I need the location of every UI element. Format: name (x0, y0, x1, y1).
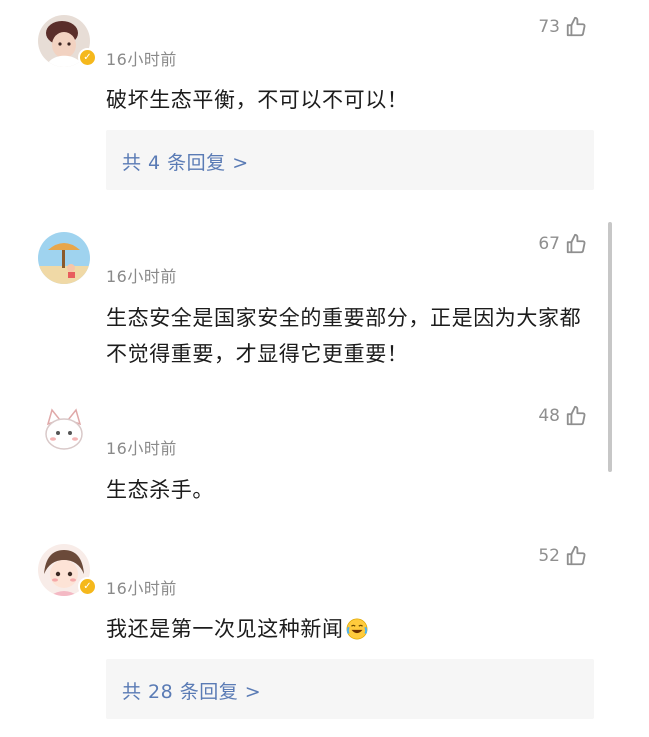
like-button[interactable]: 73 (538, 16, 587, 38)
comment-text: 破坏生态平衡，不可以不可以！ (106, 88, 409, 112)
replies-link[interactable]: 共 28 条回复 > (122, 677, 261, 704)
user-avatar[interactable] (38, 404, 90, 456)
like-count: 52 (538, 546, 560, 566)
comment-time: 16小时前 (106, 579, 177, 598)
view-replies-button[interactable]: 共 28 条回复 > (106, 659, 594, 719)
like-count: 48 (538, 406, 560, 426)
comment-time: 16小时前 (106, 439, 177, 458)
laughing-crying-emoji-icon (346, 615, 368, 640)
verified-badge-icon: ✓ (78, 48, 97, 67)
thumbs-up-icon (566, 233, 586, 254)
like-count: 67 (538, 234, 560, 254)
like-count: 73 (538, 17, 560, 37)
thumbs-up-icon (566, 16, 586, 37)
comment-text: 我还是第一次见这种新闻 (106, 617, 344, 641)
replies-link[interactable]: 共 4 条回复 > (122, 148, 249, 175)
verified-badge-icon: ✓ (78, 577, 97, 596)
comment-time: 16小时前 (106, 267, 177, 286)
thumbs-up-icon (566, 405, 586, 426)
comment-text: 生态杀手。 (106, 478, 214, 502)
view-replies-button[interactable]: 共 4 条回复 > (106, 130, 594, 190)
like-button[interactable]: 67 (538, 233, 587, 255)
like-button[interactable]: 52 (538, 545, 587, 567)
user-avatar[interactable] (38, 232, 90, 284)
comment-text: 生态安全是国家安全的重要部分，正是因为大家都不觉得重要，才显得它更重要！ (106, 306, 582, 366)
comment-time: 16小时前 (106, 50, 177, 69)
comment-text-row: 我还是第一次见这种新闻 (106, 611, 596, 647)
thumbs-up-icon (566, 545, 586, 566)
like-button[interactable]: 48 (538, 405, 587, 427)
scrollbar[interactable] (608, 222, 612, 472)
